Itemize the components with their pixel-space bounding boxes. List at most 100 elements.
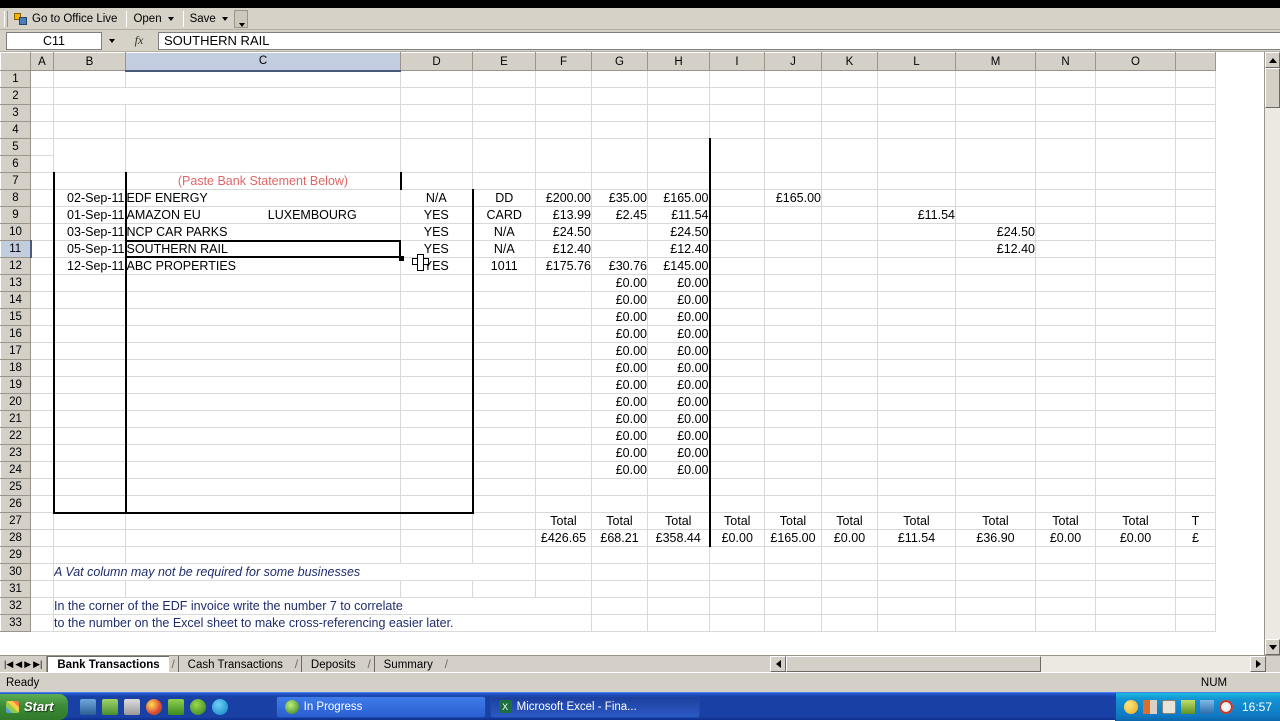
- sheet-tab-deposits[interactable]: Deposits: [301, 656, 365, 672]
- cell-a4[interactable]: [31, 122, 54, 139]
- blank-vat-25[interactable]: [592, 479, 648, 496]
- cell-m20[interactable]: [956, 394, 1036, 411]
- cell-a5[interactable]: [31, 139, 54, 156]
- cell-n17[interactable]: [1036, 343, 1096, 360]
- cell-e31[interactable]: [473, 581, 536, 598]
- txn-wages-9[interactable]: [710, 207, 765, 224]
- cell-n20[interactable]: [1036, 394, 1096, 411]
- cell-d21[interactable]: [401, 411, 473, 428]
- cell-d15[interactable]: [401, 309, 473, 326]
- cell-a10[interactable]: [31, 224, 54, 241]
- cell-i26[interactable]: [710, 496, 765, 513]
- cell-o15[interactable]: [1096, 309, 1176, 326]
- cell-o22[interactable]: [1096, 428, 1176, 445]
- cell-e4[interactable]: [473, 122, 536, 139]
- cell-m18[interactable]: [956, 360, 1036, 377]
- txn-receipt-8[interactable]: N/A: [401, 190, 473, 207]
- blank-vat-24[interactable]: £0.00: [592, 462, 648, 479]
- cell-a21[interactable]: [31, 411, 54, 428]
- row-header-21[interactable]: 21: [1, 411, 31, 428]
- column-header-m[interactable]: M: [956, 53, 1036, 71]
- txn-nett-11[interactable]: £12.40: [648, 241, 710, 258]
- cell-l18[interactable]: [878, 360, 956, 377]
- total-value-wages[interactable]: £0.00: [710, 530, 765, 547]
- cell-n16[interactable]: [1036, 326, 1096, 343]
- cell-i2[interactable]: [710, 88, 765, 105]
- cell-d24[interactable]: [401, 462, 473, 479]
- column-header-j[interactable]: J: [765, 53, 822, 71]
- cell-l32[interactable]: [878, 598, 956, 615]
- cell-d17[interactable]: [401, 343, 473, 360]
- cell-f2[interactable]: [536, 88, 592, 105]
- cell-c26[interactable]: [126, 496, 401, 513]
- txn-total-11[interactable]: £12.40: [536, 241, 592, 258]
- scroll-right-button[interactable]: [1250, 656, 1266, 672]
- horizontal-scrollbar[interactable]: [770, 656, 1280, 672]
- cell-e13[interactable]: [473, 275, 536, 292]
- cell-c24[interactable]: [126, 462, 401, 479]
- cell-k26[interactable]: [822, 496, 878, 513]
- txn-rates-11[interactable]: [822, 241, 878, 258]
- cell-d26[interactable]: [401, 496, 473, 513]
- cell-e27[interactable]: [473, 513, 536, 530]
- cell-a16[interactable]: [31, 326, 54, 343]
- cell-i33[interactable]: [710, 615, 765, 632]
- txn-office-11[interactable]: [878, 241, 956, 258]
- txn-wages-11[interactable]: [710, 241, 765, 258]
- header-office-costs[interactable]: Office Costs: [878, 139, 956, 173]
- row-header-3[interactable]: 3: [1, 105, 31, 122]
- cell-f13[interactable]: [536, 275, 592, 292]
- cell-d14[interactable]: [401, 292, 473, 309]
- row-header-15[interactable]: 15: [1, 309, 31, 326]
- row-header-30[interactable]: 30: [1, 564, 31, 581]
- cell-b25[interactable]: [54, 479, 126, 496]
- txn-rates-10[interactable]: [822, 224, 878, 241]
- cell-d4[interactable]: [401, 122, 473, 139]
- txn-date-8[interactable]: 02-Sep-11: [54, 190, 126, 207]
- cell-e3[interactable]: [473, 105, 536, 122]
- cell-g30[interactable]: [592, 564, 648, 581]
- cell-c4[interactable]: [126, 122, 401, 139]
- cell-o14[interactable]: [1096, 292, 1176, 309]
- cell-k31[interactable]: [822, 581, 878, 598]
- cell-l17[interactable]: [878, 343, 956, 360]
- total-label-nett[interactable]: Total: [648, 513, 710, 530]
- txn-receipt-12[interactable]: YES: [401, 258, 473, 275]
- cell-c23[interactable]: [126, 445, 401, 462]
- header-date[interactable]: Date: [54, 139, 126, 173]
- vertical-scroll-track[interactable]: [1265, 108, 1280, 639]
- cell-a19[interactable]: [31, 377, 54, 394]
- cell-k21[interactable]: [822, 411, 878, 428]
- tray-volume-muted-icon[interactable]: [1219, 700, 1233, 714]
- scroll-down-button[interactable]: [1265, 639, 1280, 655]
- txn-receipt-9[interactable]: YES: [401, 207, 473, 224]
- toolbar-overflow-button[interactable]: [234, 10, 248, 28]
- cell-d28[interactable]: [401, 530, 473, 547]
- cell-j22[interactable]: [765, 428, 822, 445]
- blank-nett-19[interactable]: £0.00: [648, 377, 710, 394]
- cell-f24[interactable]: [536, 462, 592, 479]
- column-header-a[interactable]: A: [31, 53, 54, 71]
- txn-fuel-8[interactable]: [1036, 190, 1096, 207]
- cell-i20[interactable]: [710, 394, 765, 411]
- cell-p32[interactable]: [1176, 598, 1216, 615]
- cell-n26[interactable]: [1036, 496, 1096, 513]
- cell-e18[interactable]: [473, 360, 536, 377]
- cell-p4[interactable]: [1176, 122, 1216, 139]
- header-total[interactable]: Total: [536, 139, 592, 173]
- cell-o2[interactable]: [1096, 88, 1176, 105]
- row-header-18[interactable]: 18: [1, 360, 31, 377]
- cell-n23[interactable]: [1036, 445, 1096, 462]
- sheet-tab-cash-transactions[interactable]: Cash Transactions: [178, 656, 292, 672]
- cell-d23[interactable]: [401, 445, 473, 462]
- cell-j20[interactable]: [765, 394, 822, 411]
- txn-insurance-11[interactable]: [1096, 241, 1176, 258]
- cell-o30[interactable]: [1096, 564, 1176, 581]
- blank-vat-18[interactable]: £0.00: [592, 360, 648, 377]
- blank-vat-22[interactable]: £0.00: [592, 428, 648, 445]
- cell-k24[interactable]: [822, 462, 878, 479]
- cell-o31[interactable]: [1096, 581, 1176, 598]
- cell-n33[interactable]: [1036, 615, 1096, 632]
- cell-i14[interactable]: [710, 292, 765, 309]
- column-header-n[interactable]: N: [1036, 53, 1096, 71]
